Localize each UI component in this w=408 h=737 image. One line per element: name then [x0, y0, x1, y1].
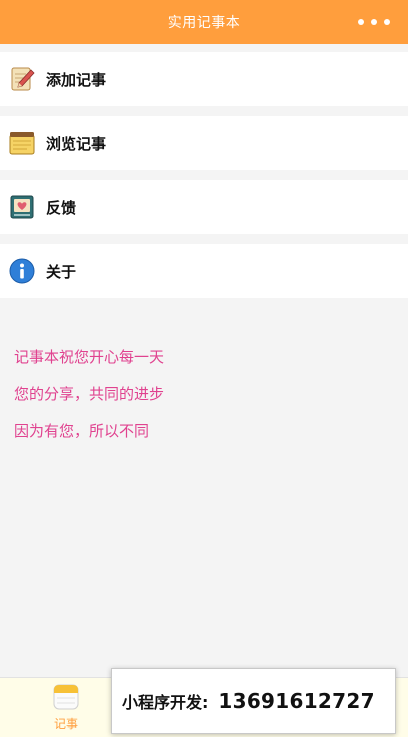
more-dots-icon[interactable]	[358, 14, 390, 30]
menu-item-label: 添加记事	[46, 70, 107, 89]
menu-item-add-note[interactable]: 添加记事	[0, 52, 408, 106]
menu-item-feedback[interactable]: 反馈	[0, 180, 408, 234]
more-dot	[384, 19, 390, 25]
notes-app-icon	[53, 684, 79, 710]
menu-item-about[interactable]: 关于	[0, 244, 408, 298]
greeting-messages: 记事本祝您开心每一天 您的分享，共同的进步 因为有您，所以不同	[14, 348, 164, 459]
greeting-line: 因为有您，所以不同	[14, 422, 150, 440]
more-dot	[371, 19, 377, 25]
developer-contact-banner: 小程序开发: 13691612727	[111, 668, 396, 734]
notebook-icon	[9, 130, 35, 156]
menu-item-label: 关于	[46, 262, 77, 281]
menu-item-label: 反馈	[46, 198, 77, 217]
tab-label: 记事	[53, 717, 78, 731]
greeting-line: 记事本祝您开心每一天	[14, 348, 165, 366]
info-icon	[9, 258, 35, 284]
tab-notes[interactable]: 记事	[36, 684, 96, 734]
developer-phone: 13691612727	[218, 689, 375, 713]
header-bar: 实用记事本	[0, 0, 408, 44]
app-root: 实用记事本 添加记事 浏览记事 反馈 关于 记事本祝您开心每一天 您的分享，共同…	[0, 0, 408, 737]
developer-label: 小程序开发:	[122, 693, 209, 712]
menu-list: 添加记事 浏览记事 反馈 关于	[0, 52, 408, 308]
menu-item-browse-notes[interactable]: 浏览记事	[0, 116, 408, 170]
greeting-line: 您的分享，共同的进步	[14, 385, 165, 403]
more-dot	[358, 19, 364, 25]
notepad-pencil-icon	[9, 66, 35, 92]
heart-book-icon	[9, 194, 35, 220]
menu-item-label: 浏览记事	[46, 134, 107, 153]
page-title: 实用记事本	[167, 15, 241, 31]
